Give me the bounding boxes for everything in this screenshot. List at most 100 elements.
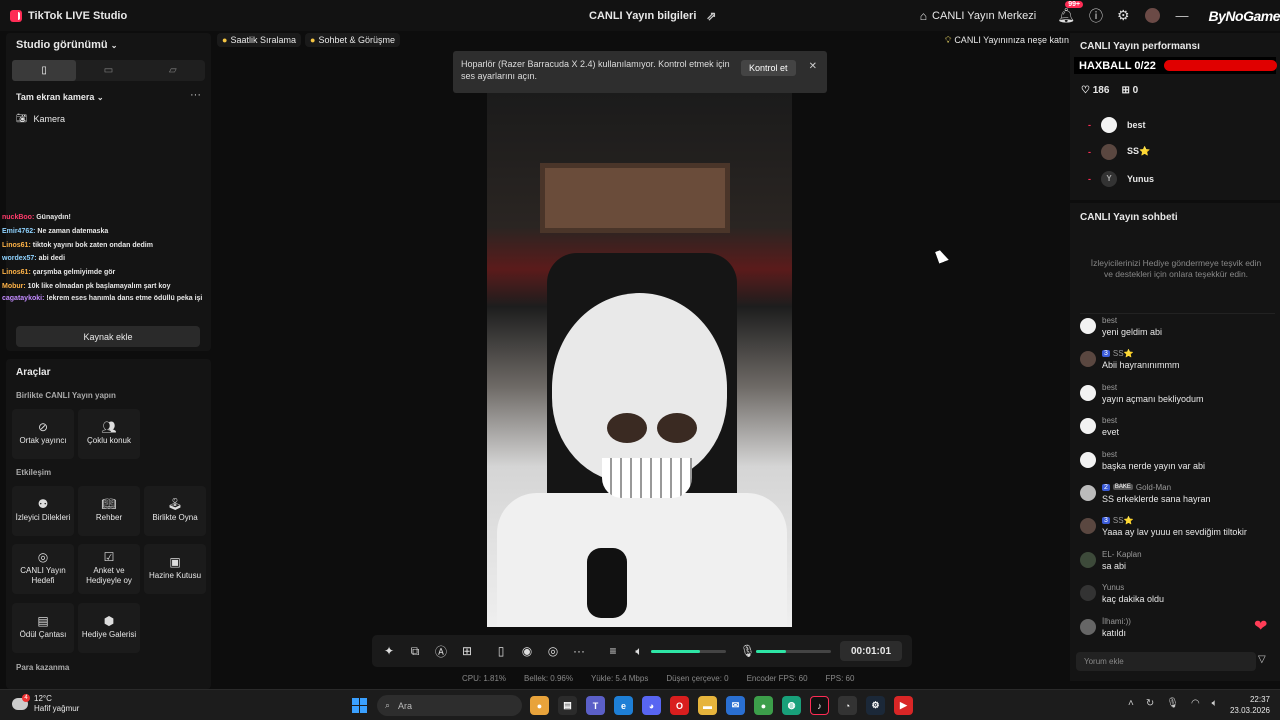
settings-gear-icon[interactable]: ⚙ <box>1117 7 1130 24</box>
dual-option[interactable]: ▱ <box>141 60 205 81</box>
chrome-icon[interactable]: ● <box>754 696 773 715</box>
live-center-button[interactable]: ⌂ CANLI Yayın Merkezi <box>920 9 1036 23</box>
link-icon: ⊘ <box>37 420 49 434</box>
check-button[interactable]: Kontrol et <box>741 60 796 76</box>
chat-user-line: İlhami:)) <box>1102 615 1275 628</box>
chat-message[interactable]: best yayın açmanı bekliyodum <box>1080 381 1275 414</box>
avatar[interactable] <box>1144 8 1160 23</box>
rank-item[interactable]: - SS⭐ <box>1088 138 1154 165</box>
notification-icon[interactable]: 🔔︎ 99+ <box>1057 1 1084 24</box>
mail-icon[interactable]: ✉ <box>726 696 745 715</box>
fan-badge: BAKE <box>1112 484 1133 491</box>
file-icon[interactable]: ▤ <box>558 696 577 715</box>
phone-icon: ▯ <box>41 65 47 76</box>
rank-item[interactable]: - best <box>1088 111 1154 138</box>
chat-call-chip[interactable]: ● Sohbet & Görüşme <box>305 33 400 47</box>
preview-body <box>497 493 787 627</box>
effects-icon[interactable]: ⧉ <box>408 644 422 659</box>
folder-icon[interactable]: ▬ <box>698 696 717 715</box>
chat-message[interactable]: 3 SS⭐ Abii hayranınımmm <box>1080 347 1275 380</box>
more-icon[interactable]: ··· <box>190 89 201 101</box>
gift-gallery-button[interactable]: ⬢ Hediye Galerisi <box>78 603 140 653</box>
comment-input[interactable]: Yorum ekle <box>1076 652 1256 671</box>
microphone-icon[interactable]: 🎙︎ <box>740 644 755 658</box>
mixer-icon[interactable]: ≡ <box>606 644 620 658</box>
volume-icon[interactable]: 🔈︎ <box>1212 698 1218 709</box>
live-goal-button[interactable]: ◎ CANLI Yayın Hedefi <box>12 544 74 594</box>
multi-guest-label: Çoklu konuk <box>86 436 132 445</box>
ai-icon[interactable]: Ⓐ <box>434 643 448 660</box>
fun-tips-chip[interactable]: 💡︎ CANLI Yayınınıza neşe katın <box>940 33 1074 47</box>
overlay-chat-user: Mobur: <box>2 282 26 290</box>
chat-message[interactable]: 3 SS⭐ Yaaa ay lav yuuu en sevdiğim tiltoki… <box>1080 514 1275 547</box>
steam-icon[interactable]: ⚙ <box>866 696 885 715</box>
poll-button[interactable]: ☑ Anket ve Hediyeyle oy <box>78 544 140 594</box>
co-host-button[interactable]: ⊘ Ortak yayıncı <box>12 409 74 459</box>
tiktok-logo-icon <box>10 9 22 22</box>
speaker-icon[interactable]: 🔈︎ <box>632 644 646 659</box>
sync-icon[interactable]: ↻ <box>1146 698 1154 709</box>
live-info-button[interactable]: CANLI Yayın bilgileri ⇗ <box>589 0 716 31</box>
scene-dropdown[interactable]: Tam ekran kamera ⌄ <box>16 92 104 102</box>
chat-message[interactable]: 2 BAKE Gold-Man SS erkeklerde sana hayran <box>1080 481 1275 514</box>
chat-message[interactable]: best başka nerde yayın var abi <box>1080 448 1275 481</box>
play-together-button[interactable]: 🕹︎ Birlikte Oyna <box>144 486 206 536</box>
screenshot-icon[interactable]: ◎ <box>546 644 560 658</box>
overlay-chat-text: 10k like olmadan pk başlamayalım şart ko… <box>27 282 171 290</box>
whatsapp-icon[interactable]: ◍ <box>782 696 801 715</box>
speaker-warning-toast: Hoparlör (Razer Barracuda X 2.4) kullanı… <box>453 51 827 93</box>
weather-desc: Hafif yağmur <box>34 704 80 713</box>
overlay-chat-line: cagataykoki: !ekrem eses hanımla dans et… <box>2 294 217 304</box>
chat-username: Yunus <box>1102 583 1125 593</box>
help-icon[interactable]: ⓘ <box>1089 6 1103 26</box>
windows-start-icon[interactable] <box>352 698 367 713</box>
taskbar-search[interactable]: ⌕ Ara <box>377 695 522 716</box>
overlay-chat-user: cagataykoki: <box>2 294 45 302</box>
microphone-icon[interactable]: 🎙︎ <box>1166 698 1179 709</box>
weather-widget[interactable]: 4 12°C Hafif yağmur <box>12 694 79 714</box>
chat-message[interactable]: best evet <box>1080 414 1275 447</box>
add-source-button[interactable]: Kaynak ekle <box>16 326 200 347</box>
landscape-option[interactable]: ▭ <box>76 60 140 81</box>
memory-stat: Bellek: 0.96% <box>524 674 573 683</box>
guide-button[interactable]: 📖︎ Rehber <box>78 486 140 536</box>
speaker-volume-slider[interactable] <box>651 650 726 653</box>
record-icon[interactable]: ◉ <box>520 644 534 658</box>
portrait-option[interactable]: ▯ <box>12 60 77 81</box>
chevron-up-icon[interactable]: ˄ <box>1128 698 1134 709</box>
chrome-icon[interactable]: ● <box>530 696 549 715</box>
clock[interactable]: 22:37 23.03.2026 <box>1228 694 1270 716</box>
source-item-camera[interactable]: 📷︎ Kamera <box>16 113 65 124</box>
obs-icon[interactable]: ◔ <box>838 696 857 715</box>
chat-message[interactable]: Yunus kaç dakika oldu <box>1080 581 1275 614</box>
add-layer-icon[interactable]: ⊞ <box>460 644 474 658</box>
minimize-icon[interactable]: — <box>1176 8 1189 23</box>
magic-wand-icon[interactable]: ✦ <box>382 644 396 658</box>
youtube-icon[interactable]: ▶ <box>894 696 913 715</box>
edge-icon[interactable]: e <box>614 696 633 715</box>
discord-icon[interactable]: ◕ <box>642 696 661 715</box>
hourly-ranking-chip[interactable]: ● Saatlik Sıralama <box>217 33 301 47</box>
avatar <box>1101 143 1117 160</box>
chat-message[interactable]: EL- Kaplan sa abi <box>1080 548 1275 581</box>
phone-icon[interactable]: ▯ <box>494 644 508 658</box>
multi-guest-button[interactable]: 👥︎ Çoklu konuk <box>78 409 140 459</box>
send-icon[interactable]: ▽ <box>1258 654 1266 665</box>
mic-volume-slider[interactable] <box>756 650 831 653</box>
teams-icon[interactable]: T <box>586 696 605 715</box>
reward-bag-button[interactable]: ▤ Ödül Çantası <box>12 603 74 653</box>
chat-message[interactable]: best yeni geldim abi <box>1080 314 1275 347</box>
wifi-icon[interactable]: ◠ <box>1191 698 1200 709</box>
viewer-wishes-button[interactable]: ⚉ İzleyici Dilekleri <box>12 486 74 536</box>
tiktok-live-icon[interactable]: ♪ <box>810 696 829 715</box>
opera-icon[interactable]: O <box>670 696 689 715</box>
studio-view-dropdown[interactable]: Studio görünümü ⌄ <box>16 39 117 51</box>
close-icon[interactable]: ✕ <box>809 61 817 73</box>
chat-message[interactable]: İlhami:)) katıldı <box>1080 615 1275 638</box>
treasure-box-button[interactable]: ▣ Hazine Kutusu <box>144 544 206 594</box>
rank-item[interactable]: - Y Yunus <box>1088 165 1154 192</box>
more-icon[interactable]: ··· <box>572 644 586 658</box>
chat-text: başka nerde yayın var abi <box>1102 460 1206 471</box>
clock-time: 22:37 <box>1249 695 1270 704</box>
search-label: Ara <box>398 700 413 711</box>
